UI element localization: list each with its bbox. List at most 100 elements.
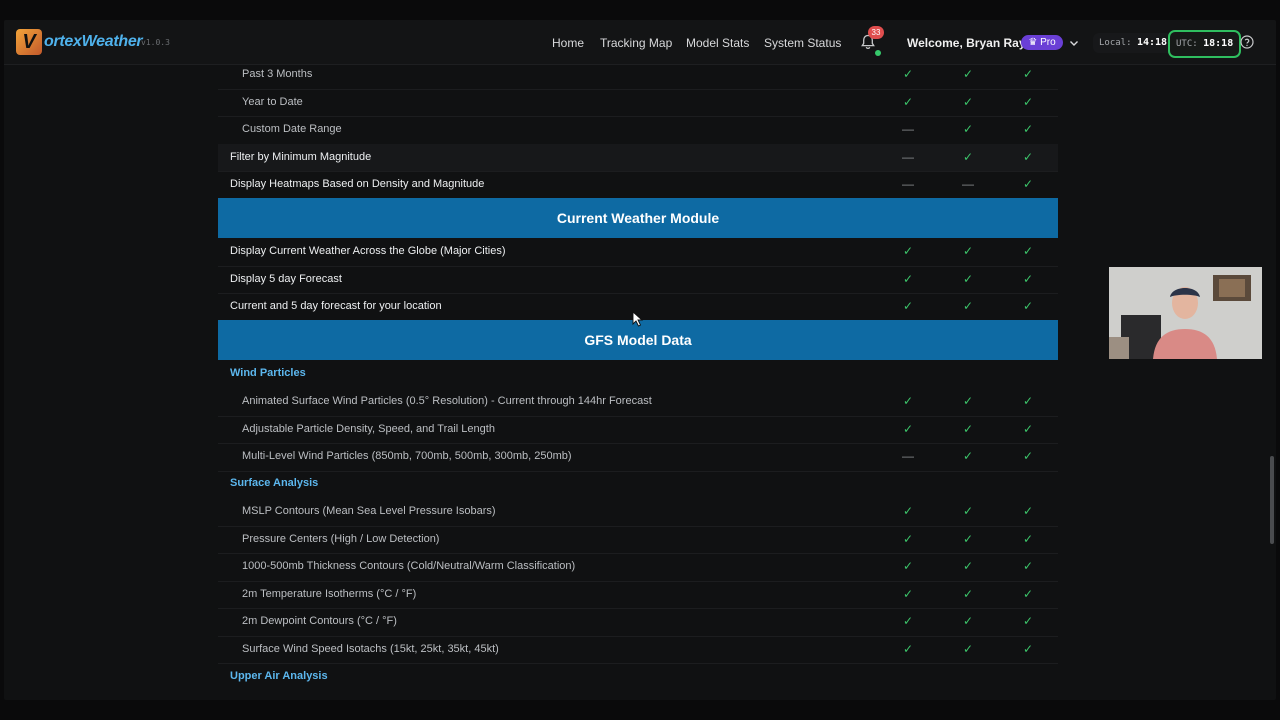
utc-time-value: 18:18 (1203, 38, 1234, 49)
check-icon: ✓ (1022, 271, 1034, 286)
table-row: Filter by Minimum Magnitude — ✓ ✓ (218, 143, 1058, 172)
feature-label: Custom Date Range (242, 123, 342, 135)
table-row: Animated Surface Wind Particles (0.5° Re… (218, 388, 1058, 417)
check-icon: ✓ (962, 504, 974, 518)
feature-label: MSLP Contours (Mean Sea Level Pressure I… (242, 505, 496, 517)
check-icon: ✓ (902, 586, 914, 601)
check-icon: ✓ (902, 614, 914, 628)
check-icon: ✓ (962, 531, 974, 546)
top-navbar: V ortexWeather v1.0.3 Home Tracking Map … (4, 20, 1276, 65)
feature-label: Adjustable Particle Density, Speed, and … (242, 422, 495, 435)
check-icon: ✓ (1022, 641, 1034, 656)
check-icon: ✓ (1022, 122, 1034, 136)
feature-label: Display Current Weather Across the Globe… (230, 245, 506, 257)
feature-label: Filter by Minimum Magnitude (230, 150, 372, 163)
nav-tracking-map[interactable]: Tracking Map (600, 36, 672, 50)
check-icon: ✓ (1022, 504, 1034, 518)
page-scrollbar[interactable] (1270, 456, 1274, 544)
check-icon: ✓ (902, 421, 914, 436)
chevron-down-icon[interactable] (1068, 37, 1080, 49)
check-icon: ✓ (902, 299, 914, 313)
feature-label: Display Heatmaps Based on Density and Ma… (230, 178, 485, 190)
check-icon: ✓ (1022, 67, 1034, 81)
feature-label: 2m Temperature Isotherms (°C / °F) (242, 587, 417, 600)
feature-label: Display 5 day Forecast (230, 272, 342, 285)
feature-label: Past 3 Months (242, 68, 313, 80)
check-icon: ✓ (962, 559, 974, 573)
check-icon: ✓ (962, 614, 974, 628)
check-icon: ✓ (1022, 559, 1034, 573)
check-icon: ✓ (1022, 586, 1034, 601)
check-icon: ✓ (902, 244, 914, 258)
nav-system-status[interactable]: System Status (764, 36, 841, 50)
local-time-value: 14:18 (1136, 37, 1168, 48)
table-row: Custom Date Range — ✓ ✓ (218, 116, 1058, 145)
table-row: Year to Date ✓ ✓ ✓ (218, 89, 1058, 117)
check-icon: ✓ (1022, 394, 1034, 408)
check-icon: ✓ (962, 394, 974, 408)
check-icon: ✓ (1022, 149, 1034, 164)
check-icon: ✓ (1022, 421, 1034, 436)
table-row: 1000-500mb Thickness Contours (Cold/Neut… (218, 553, 1058, 582)
check-icon: ✓ (1022, 244, 1034, 258)
check-icon: ✓ (1022, 531, 1034, 546)
check-icon: ✓ (902, 94, 914, 109)
mouse-pointer-icon (632, 311, 644, 327)
table-row: Past 3 Months ✓ ✓ ✓ (218, 61, 1058, 90)
check-icon: ✓ (902, 394, 914, 408)
pro-plan-badge: ♛ Pro (1021, 35, 1063, 50)
feature-label: 1000-500mb Thickness Contours (Cold/Neut… (242, 560, 576, 572)
nav-model-stats[interactable]: Model Stats (686, 36, 749, 50)
feature-label: Pressure Centers (High / Low Detection) (242, 532, 440, 545)
check-icon: ✓ (1022, 449, 1034, 463)
check-icon: ✓ (1022, 94, 1034, 109)
category-wind-label: Wind Particles (230, 367, 306, 379)
check-icon: ✓ (962, 299, 974, 313)
utc-time-label: UTC: (1176, 39, 1198, 49)
dash-icon: — (902, 149, 914, 164)
table-row: Multi-Level Wind Particles (850mb, 700mb… (218, 443, 1058, 472)
vortexweather-logo[interactable]: V ortexWeather (16, 28, 143, 56)
category-surface-label: Surface Analysis (230, 477, 319, 489)
check-icon: ✓ (1022, 177, 1034, 191)
welcome-text: Welcome, Bryan Ray! (907, 36, 1030, 50)
table-row: Display Heatmaps Based on Density and Ma… (218, 171, 1058, 200)
dash-icon: — (902, 122, 914, 136)
check-icon: ✓ (902, 504, 914, 518)
table-row: Pressure Centers (High / Low Detection) ✓… (218, 526, 1058, 554)
notification-count-badge: 33 (868, 26, 884, 39)
dash-icon: — (902, 177, 914, 191)
check-icon: ✓ (962, 421, 974, 436)
table-row: 2m Dewpoint Contours (°C / °F) ✓ ✓ ✓ (218, 608, 1058, 637)
feature-label: Year to Date (242, 95, 303, 108)
feature-label: Current and 5 day forecast for your loca… (230, 300, 442, 312)
check-icon: ✓ (962, 271, 974, 286)
app-window: V ortexWeather v1.0.3 Home Tracking Map … (4, 20, 1276, 700)
check-icon: ✓ (1022, 299, 1034, 313)
local-time-clock: Local: 14:18 (1093, 33, 1174, 53)
check-icon: ✓ (902, 271, 914, 286)
check-icon: ✓ (962, 586, 974, 601)
logo-mark: V (16, 29, 42, 55)
webcam-person-image (1109, 267, 1262, 359)
check-icon: ✓ (962, 449, 974, 463)
help-icon[interactable] (1240, 35, 1254, 49)
feature-label: Multi-Level Wind Particles (850mb, 700mb… (242, 450, 572, 462)
table-row: Display 5 day Forecast ✓ ✓ ✓ (218, 266, 1058, 294)
version-label: v1.0.3 (141, 38, 170, 47)
dash-icon: — (902, 449, 914, 463)
online-status-dot (875, 50, 881, 56)
logo-text: ortexWeather (44, 33, 143, 50)
nav-home[interactable]: Home (552, 36, 584, 50)
check-icon: ✓ (962, 122, 974, 136)
check-icon: ✓ (902, 641, 914, 656)
check-icon: ✓ (902, 531, 914, 546)
table-row: Adjustable Particle Density, Speed, and … (218, 416, 1058, 444)
section-current-header: Current Weather Module (218, 198, 1058, 238)
feature-label: 2m Dewpoint Contours (°C / °F) (242, 615, 397, 627)
check-icon: ✓ (962, 67, 974, 81)
check-icon: ✓ (902, 67, 914, 81)
category-upper-label: Upper Air Analysis (230, 670, 328, 682)
table-row: 2m Temperature Isotherms (°C / °F) ✓ ✓ ✓ (218, 581, 1058, 609)
feature-label: Surface Wind Speed Isotachs (15kt, 25kt,… (242, 642, 499, 655)
